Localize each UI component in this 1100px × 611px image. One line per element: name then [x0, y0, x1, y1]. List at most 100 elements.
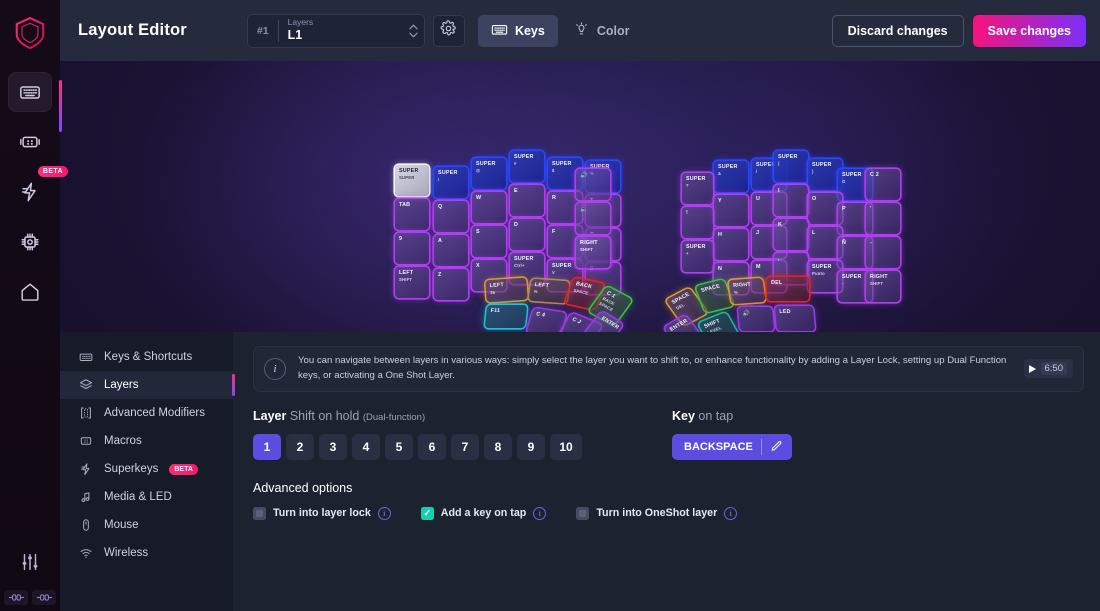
layer-button-3[interactable]: 3 — [319, 433, 347, 460]
key-label: C 2 — [870, 172, 879, 178]
usb-link-icon-right[interactable] — [32, 590, 56, 605]
rail-item-firmware[interactable] — [8, 222, 52, 262]
sidebar-item-label: Media & LED — [104, 491, 172, 503]
key-c-2[interactable]: C 2 — [866, 169, 900, 200]
layer-selector[interactable]: #1 Layers L1 — [246, 13, 425, 48]
rail-active-accent — [59, 80, 62, 132]
sidebar-item-wireless[interactable]: Wireless — [60, 539, 233, 567]
sidebar-item-keys-shortcuts[interactable]: Keys & Shortcuts — [60, 343, 233, 371]
layer-button-7[interactable]: 7 — [451, 433, 479, 460]
home-icon — [19, 281, 41, 303]
sidebar-item-advanced-modifiers[interactable]: Advanced Modifiers — [60, 399, 233, 427]
key-label: J — [756, 230, 760, 236]
keyboard-icon — [79, 350, 93, 364]
sidebar-item-mouse[interactable]: Mouse — [60, 511, 233, 539]
sidebar-item-label: Superkeys — [104, 463, 159, 475]
modifiers-icon — [79, 406, 93, 420]
pencil-icon[interactable] — [770, 440, 783, 453]
key-label: LED — [779, 309, 792, 315]
chevron-updown-icon[interactable] — [409, 24, 418, 38]
key-label: SUPER — [842, 274, 862, 280]
layer-button-5[interactable]: 5 — [385, 433, 413, 460]
divider — [277, 19, 279, 42]
key-section-title: Key on tap — [672, 409, 792, 423]
tab-keys[interactable]: Keys — [477, 14, 558, 47]
rail-item-macros[interactable] — [8, 122, 52, 162]
info-text: You can navigate between layers in vario… — [298, 355, 1007, 381]
tab-color[interactable]: Color — [560, 15, 643, 47]
layer-button-1[interactable]: 1 — [253, 433, 281, 460]
layer-button-2[interactable]: 2 — [286, 433, 314, 460]
layer-button-9[interactable]: 9 — [517, 433, 545, 460]
tutorial-video-button[interactable]: 6:50 — [1023, 359, 1073, 379]
thumb-key[interactable]: LEFT % — [528, 278, 570, 304]
question-icon[interactable]: i — [377, 506, 391, 520]
key-label: RIGHT — [580, 240, 598, 246]
thumb-key[interactable]: F11 — [484, 305, 528, 328]
key-on-tap-button[interactable]: BACKSPACE — [672, 433, 792, 460]
usb-link-icon-left[interactable] — [4, 590, 28, 605]
layer-button-6[interactable]: 6 — [418, 433, 446, 460]
key-sublabel: SHIFT — [580, 247, 594, 253]
key-right[interactable]: RIGHTSHIFT — [866, 271, 900, 302]
layer-settings-button[interactable] — [432, 14, 465, 47]
key-label: L — [812, 230, 816, 236]
layer-button-4[interactable]: 4 — [352, 433, 380, 460]
key-o[interactable]: O — [808, 193, 842, 224]
key-i[interactable]: I — [774, 185, 808, 216]
thumb-key[interactable]: 🔊 — [737, 307, 775, 331]
sidebar-item-media-led[interactable]: Media & LED — [60, 483, 233, 511]
music-note-icon — [79, 490, 93, 504]
dygma-shield-logo[interactable] — [10, 12, 50, 54]
rail-item-keyboard[interactable] — [8, 72, 52, 112]
key-y[interactable]: Y — [714, 195, 748, 226]
advanced-option[interactable]: Turn into OneShot layer i — [576, 506, 738, 520]
layer-button-8[interactable]: 8 — [484, 433, 512, 460]
checkbox-unchecked[interactable] — [253, 506, 266, 520]
question-icon[interactable]: i — [533, 506, 547, 520]
discard-changes-button[interactable]: Discard changes — [831, 14, 964, 47]
key-super[interactable]: SUPER? — [682, 173, 713, 204]
key-super[interactable]: SUPER) — [808, 159, 842, 190]
volume-up-icon: 🔊 — [580, 173, 588, 179]
key--[interactable]: - — [866, 237, 900, 268]
thumb-key[interactable]: LEFT 36 — [485, 277, 528, 303]
key-k[interactable]: K — [774, 219, 808, 250]
key-volume-up[interactable]: 🔊 — [576, 169, 610, 200]
beta-badge: BETA — [37, 166, 68, 177]
advanced-option[interactable]: ✓ Add a key on tap i — [420, 506, 547, 520]
sidebar-item-superkeys[interactable]: Superkeys BETA — [60, 455, 233, 483]
thumb-key[interactable]: LED — [774, 306, 816, 331]
checkbox-checked[interactable]: ✓ — [420, 506, 434, 520]
key-label: SUPER — [718, 164, 738, 170]
sidebar-item-macros[interactable]: Macros — [60, 427, 233, 455]
key-volume-down[interactable]: 🔈 — [576, 203, 610, 234]
thumb-key[interactable]: C 4 — [526, 307, 567, 332]
key-super[interactable]: SUPER + — [682, 241, 713, 272]
advanced-option[interactable]: Turn into layer lock i — [253, 506, 391, 520]
info-banner: i You can navigate between layers in var… — [253, 346, 1084, 392]
key-super[interactable]: SUPER( — [774, 151, 808, 182]
key-label: SPACE — [700, 283, 722, 294]
key-h[interactable]: H — [714, 229, 748, 260]
key-super[interactable]: SUPER Punto — [808, 261, 842, 292]
rail-item-superkeys[interactable]: BETA — [8, 166, 68, 212]
key-l[interactable]: L — [808, 227, 842, 258]
key-label: C 4 — [535, 311, 546, 319]
sliders-icon[interactable] — [19, 551, 41, 578]
key-label: ! — [686, 210, 688, 216]
keyboard-icon — [19, 81, 41, 103]
layer-button-10[interactable]: 10 — [550, 433, 582, 460]
key-right-shift[interactable]: RIGHT SHIFT — [576, 237, 610, 268]
bulb-icon — [573, 21, 590, 41]
save-changes-button[interactable]: Save changes — [972, 14, 1086, 47]
thumb-key[interactable]: DEL — [767, 277, 809, 301]
thumb-key[interactable]: RIGHT % — [728, 277, 766, 305]
checkbox-unchecked[interactable] — [576, 506, 590, 520]
rail-item-home[interactable] — [8, 272, 52, 312]
key--[interactable]: ' — [866, 203, 900, 234]
key-super[interactable]: SUPER & — [714, 161, 748, 192]
sidebar-item-layers[interactable]: Layers — [60, 371, 235, 399]
key--[interactable]: ! — [682, 207, 713, 238]
question-icon[interactable]: i — [724, 506, 738, 520]
